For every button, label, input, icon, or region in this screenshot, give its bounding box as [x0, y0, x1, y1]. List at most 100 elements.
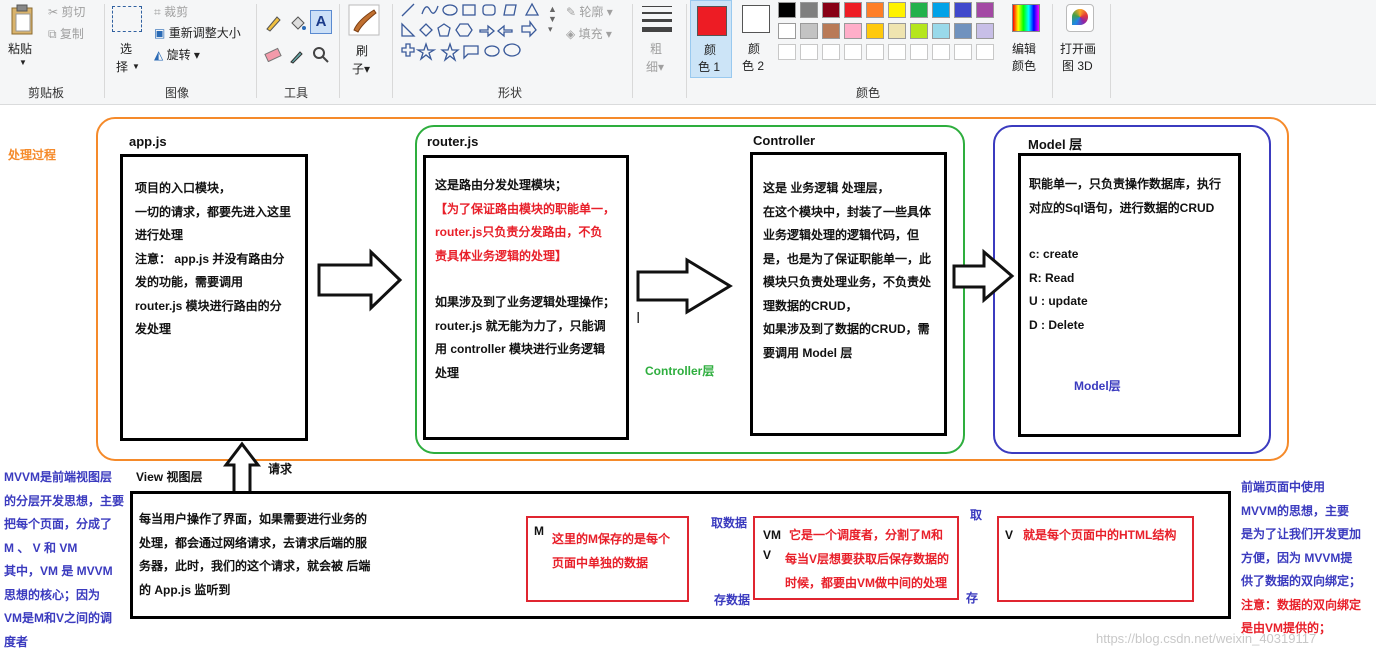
color2-button[interactable]: 颜 色 2 — [736, 0, 776, 78]
shapes-gallery[interactable] — [398, 2, 548, 64]
router-line: router.js 就无能为力了，只能调 — [435, 318, 606, 333]
color-swatch[interactable] — [778, 23, 796, 39]
color-swatch[interactable] — [800, 2, 818, 18]
eraser-icon[interactable] — [264, 46, 282, 62]
mvvm-right-note: 前端页面中使用 MVVM的思想，主要 是为了让我们开发更加 方便，因为 MVVM… — [1241, 476, 1361, 641]
edit-colors-label-2: 颜色 — [1012, 59, 1037, 73]
color2-swatch — [742, 5, 770, 33]
color-swatch[interactable] — [932, 2, 950, 18]
custom-color-swatch[interactable] — [800, 44, 818, 60]
paint3d-label: 打开画 — [1060, 42, 1097, 56]
color-swatch[interactable] — [888, 2, 906, 18]
color-swatch[interactable] — [954, 2, 972, 18]
view-line: 的 App.js 监听到 — [139, 582, 231, 597]
custom-color-swatch[interactable] — [778, 44, 796, 60]
rotate-icon: ◭ — [154, 48, 164, 62]
color-swatch[interactable] — [910, 2, 928, 18]
color-swatch[interactable] — [844, 2, 862, 18]
custom-color-swatch[interactable] — [976, 44, 994, 60]
crop-button[interactable]: ⌗ 裁剪 — [154, 3, 188, 20]
controller-line: 理数据的CRUD， — [763, 298, 858, 313]
custom-color-swatch[interactable] — [822, 44, 840, 60]
custom-color-swatch[interactable] — [954, 44, 972, 60]
color-swatch[interactable] — [844, 23, 862, 39]
color-swatch[interactable] — [866, 23, 884, 39]
appjs-line: 一切的请求，都要先进入这里 — [135, 204, 292, 219]
brushes-button[interactable]: 刷 子▾ — [346, 2, 382, 80]
router-box: 这是路由分发处理模块； 【为了保证路由模块的职能单一， router.js只负责… — [423, 155, 629, 440]
appjs-text: 项目的入口模块， 一切的请求，都要先进入这里 进行处理 注意： app.js 并… — [135, 177, 291, 342]
fill-icon: ◈ — [566, 27, 576, 41]
chevron-down-icon: ▼ — [19, 58, 27, 67]
mvvm-left-line: VM是M和V之间的调 — [4, 611, 113, 625]
color1-swatch — [697, 6, 727, 36]
process-label: 处理过程 — [8, 148, 57, 162]
model-line: 对应的Sql语句，进行数据的CRUD — [1029, 200, 1215, 215]
v-label: V — [1005, 528, 1014, 542]
crud-line: U : update — [1029, 294, 1088, 308]
shapes-scroll[interactable]: ▲ ▼ ▾ — [548, 4, 557, 35]
color-swatch[interactable] — [800, 23, 818, 39]
edit-colors-button[interactable]: 编辑 颜色 — [1008, 2, 1046, 80]
mvvm-left-note: MVVM是前端视图层 的分层开发思想，主要 把每个页面，分成了 M 、 V 和 … — [4, 466, 124, 654]
mvvm-right-red-line: 注意：数据的双向绑定 — [1241, 597, 1362, 612]
select-button[interactable]: 选 择 ▼ — [110, 2, 144, 80]
paint3d-button[interactable]: 打开画 图 3D — [1056, 2, 1104, 80]
color-picker-icon[interactable] — [288, 46, 306, 64]
size-button[interactable]: 粗 细▾ — [638, 4, 678, 74]
size-label-2: 细▾ — [646, 60, 665, 74]
color-swatch[interactable] — [976, 23, 994, 39]
controller-line: 要调用 Model 层 — [763, 345, 853, 360]
color-swatch[interactable] — [954, 23, 972, 39]
cut-button[interactable]: ✂ 剪切 — [48, 3, 85, 20]
appjs-line: 注意： app.js 并没有路由分 — [135, 251, 285, 266]
paste-label: 粘贴 — [8, 42, 33, 56]
copy-button[interactable]: ⧉ 复制 — [48, 25, 84, 42]
custom-color-swatch[interactable] — [910, 44, 928, 60]
color-swatch[interactable] — [822, 23, 840, 39]
view-line: 处理，都会通过网络请求，去请求后端的服 — [139, 535, 368, 550]
colors-group-label: 颜色 — [856, 86, 881, 100]
custom-color-swatch[interactable] — [844, 44, 862, 60]
vm-v-label: V — [763, 548, 772, 562]
paste-button[interactable]: 粘贴 ▼ — [4, 2, 42, 80]
mvvm-right-line: 方便，因为 MVVM提 — [1241, 550, 1353, 565]
color1-label: 颜 — [704, 43, 717, 57]
m-label: M — [534, 524, 544, 538]
mvvm-left-line: 思想的核心；因为 — [4, 587, 101, 602]
edit-colors-label: 编辑 — [1012, 42, 1037, 56]
color-swatch[interactable] — [932, 23, 950, 39]
text-tool-icon[interactable]: A — [310, 10, 332, 34]
m-line: 页面中单独的数据 — [552, 556, 649, 570]
appjs-line: 发处理 — [135, 322, 172, 336]
rotate-button[interactable]: ◭ 旋转 ▾ — [154, 46, 200, 63]
controller-line: 是，也是为了保证职能单一，此 — [763, 251, 932, 266]
select-label: 选 — [120, 42, 133, 56]
router-text: 这是路由分发处理模块； 【为了保证路由模块的职能单一， router.js只负责… — [435, 174, 615, 385]
custom-color-swatch[interactable] — [888, 44, 906, 60]
pencil-icon[interactable] — [264, 14, 282, 32]
color-swatch[interactable] — [866, 2, 884, 18]
color-swatch[interactable] — [976, 2, 994, 18]
fill-bucket-icon[interactable] — [288, 14, 306, 32]
magnifier-icon[interactable] — [312, 46, 330, 64]
resize-button[interactable]: ▣ 重新调整大小 — [154, 24, 241, 41]
custom-color-swatch[interactable] — [932, 44, 950, 60]
controller-line: 这是 业务逻辑 处理层， — [763, 181, 890, 195]
color-swatch[interactable] — [888, 23, 906, 39]
color-swatch[interactable] — [778, 2, 796, 18]
brush-icon — [348, 4, 380, 36]
color1-button[interactable]: 颜 色 1 — [690, 0, 732, 78]
paint3d-icon — [1066, 4, 1094, 32]
controller-text: 这是 业务逻辑 处理层， 在这个模块中，封装了一些具体 业务逻辑处理的逻辑代码，… — [763, 177, 931, 365]
m-line: 这里的M保存的是每个 — [552, 532, 670, 546]
custom-color-swatch[interactable] — [866, 44, 884, 60]
controller-line: 如果涉及到了数据的CRUD，需 — [763, 322, 930, 336]
fetch-data-label: 取数据 — [711, 516, 748, 530]
line-width-icon — [642, 6, 672, 32]
fill-button[interactable]: ◈ 填充 ▾ — [566, 25, 612, 42]
color-swatch[interactable] — [822, 2, 840, 18]
color-swatch[interactable] — [910, 23, 928, 39]
view-line: 每当用户操作了界面，如果需要进行业务的 — [139, 512, 368, 526]
outline-button[interactable]: ✎ 轮廓 ▾ — [566, 3, 613, 20]
